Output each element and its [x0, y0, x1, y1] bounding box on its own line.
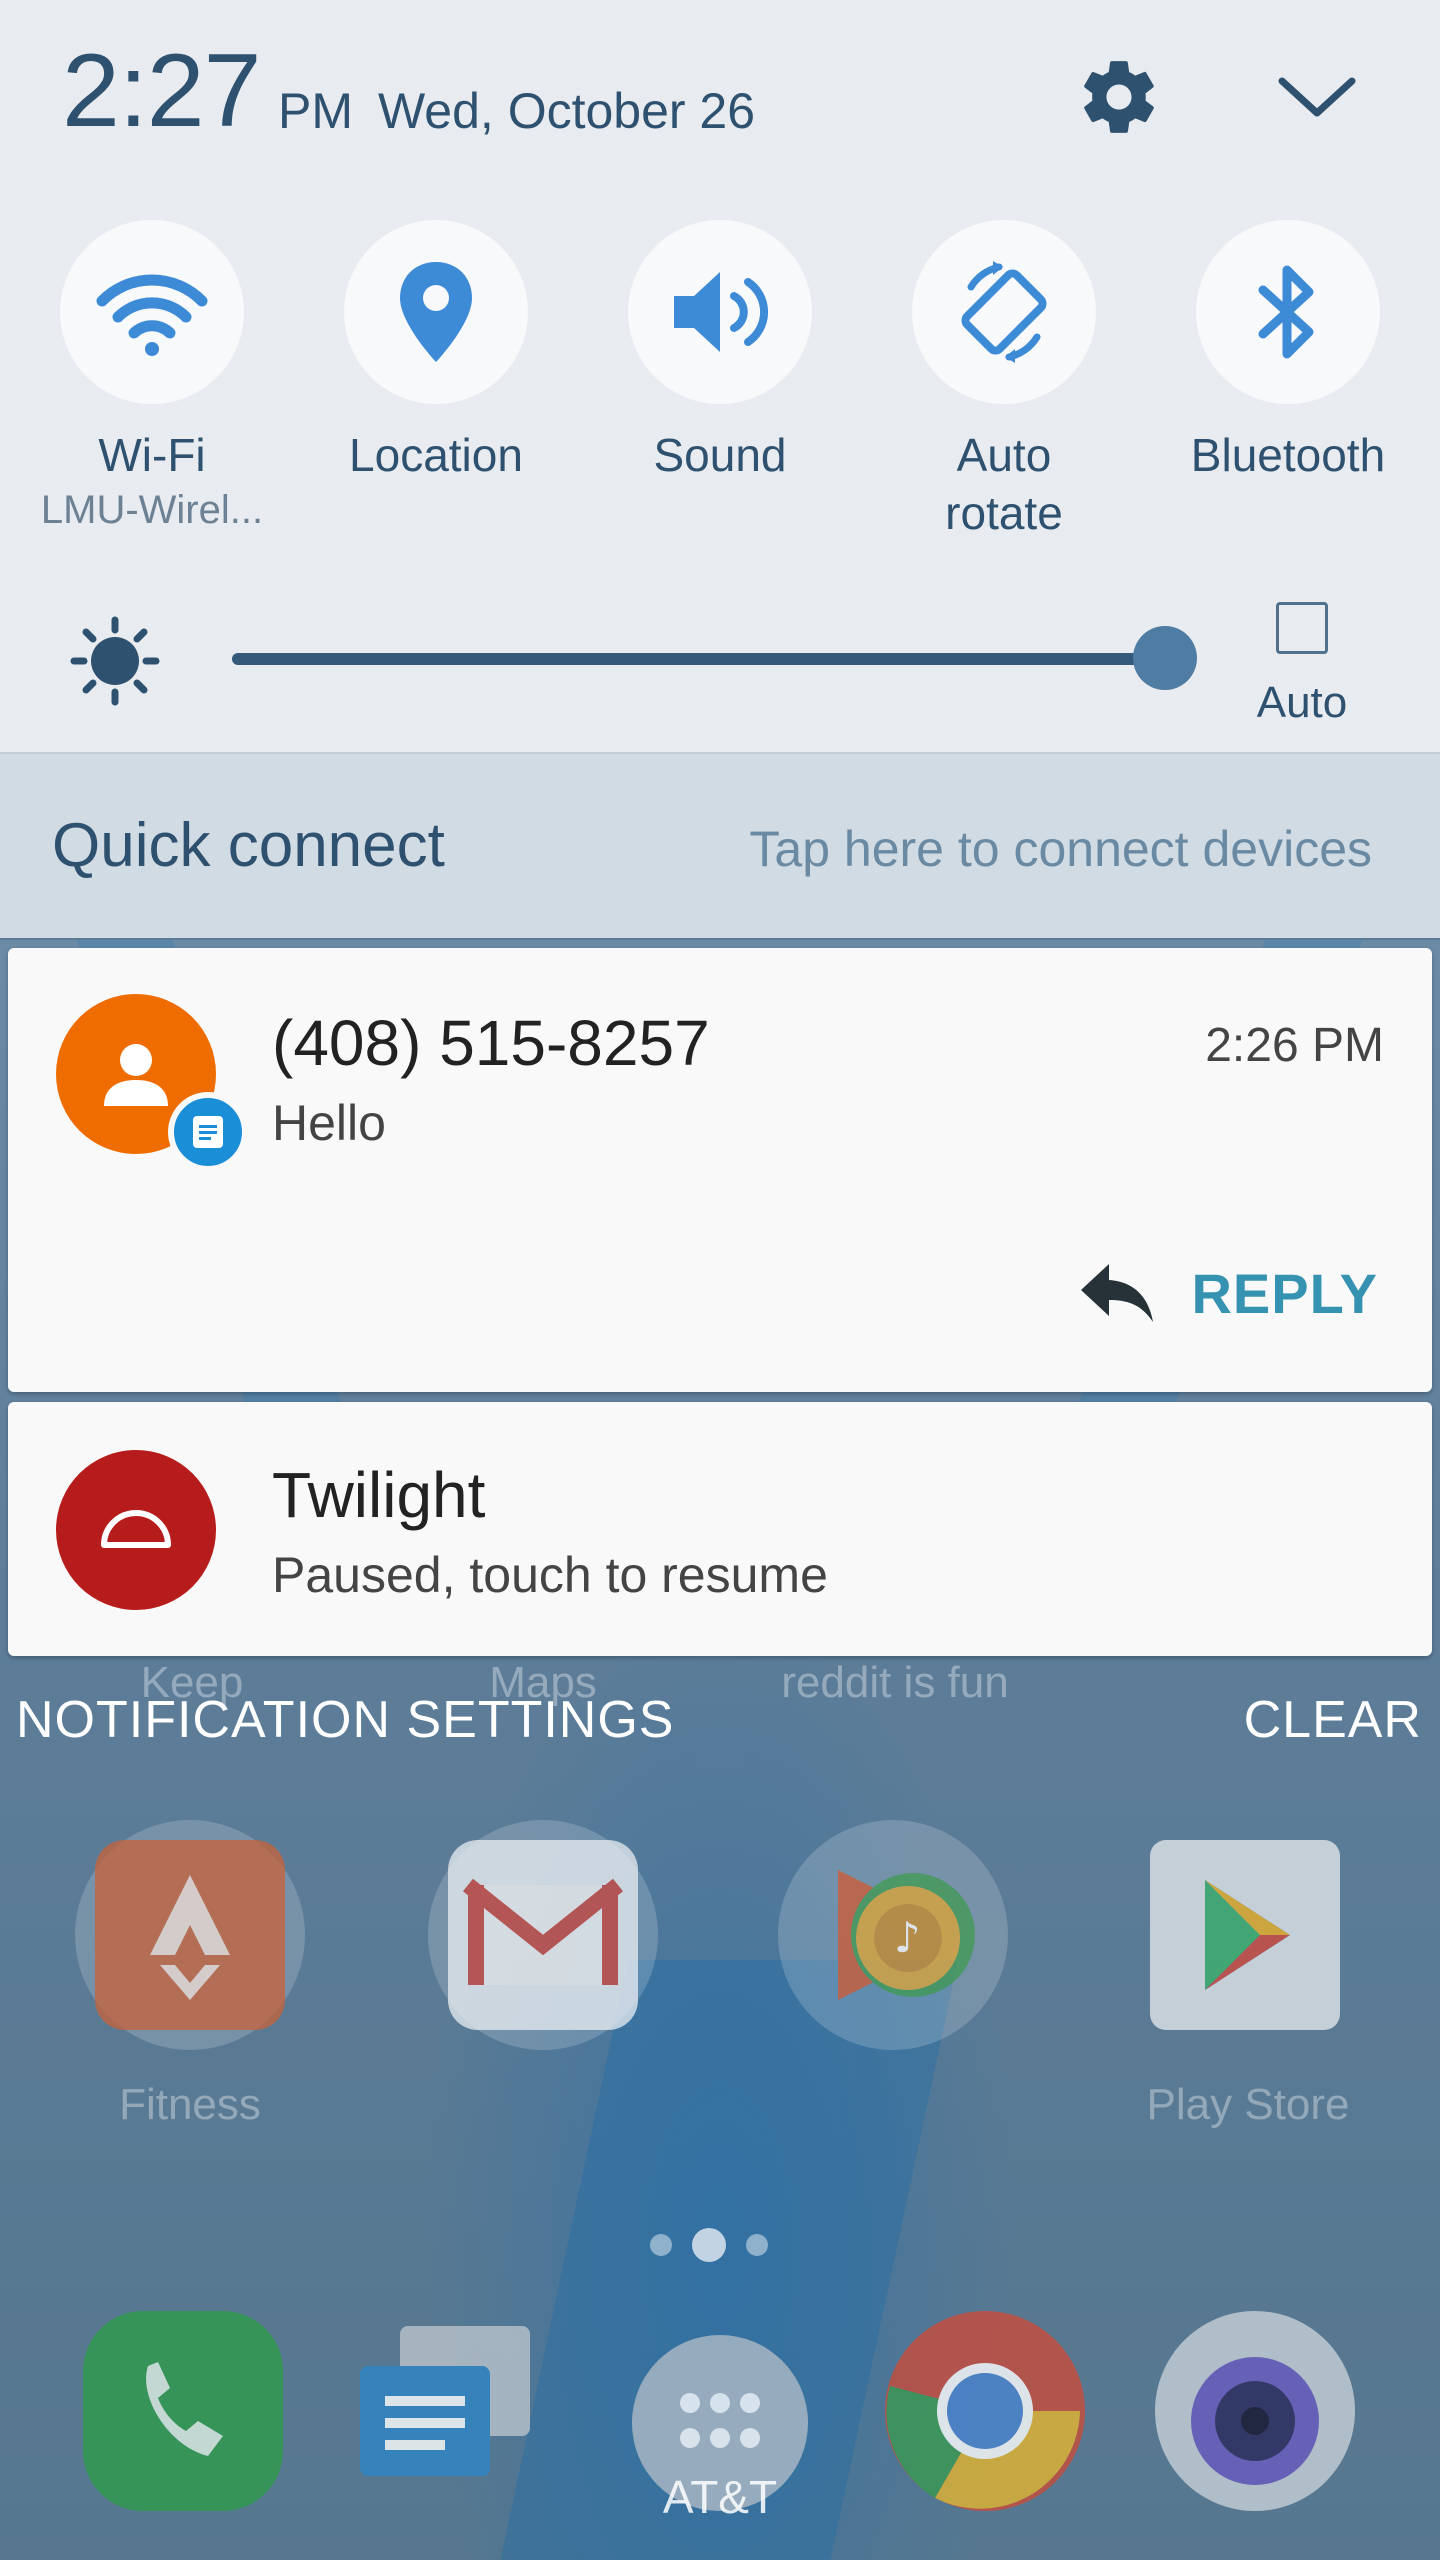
quick-connect-title: Quick connect — [52, 811, 445, 880]
play-store-icon — [1205, 1880, 1290, 1990]
reply-label: REPLY — [1191, 1261, 1378, 1325]
music-app-icon[interactable]: ♪ — [778, 1820, 1008, 2050]
toggle-sound-circle — [628, 220, 812, 404]
toggle-wifi-label: Wi-Fi — [98, 429, 206, 481]
page-dot — [746, 2234, 768, 2256]
carrier-label: AT&T — [662, 2471, 778, 2523]
svg-text:♪: ♪ — [894, 1913, 921, 1962]
reply-icon — [1081, 1264, 1154, 1322]
notification-sms[interactable]: (408) 515-8257 Hello 2:26 PM REPLY — [8, 948, 1432, 1392]
page-dot — [650, 2234, 672, 2256]
toggle-location[interactable]: Location — [296, 220, 576, 484]
page-indicator — [650, 2228, 768, 2262]
play-store-app-label: Play Store — [1146, 2080, 1350, 2129]
brightness-icon — [70, 616, 160, 706]
chevron-down-icon — [1278, 77, 1356, 117]
bluetooth-icon — [1258, 265, 1314, 359]
toggle-sound[interactable]: Sound — [580, 220, 860, 484]
message-icon — [193, 1116, 223, 1148]
toggle-bluetooth-label: Bluetooth — [1190, 429, 1386, 481]
toggle-auto-rotate[interactable]: Auto rotate — [864, 220, 1144, 542]
gmail-app-icon[interactable] — [428, 1820, 658, 2050]
fitness-app-label: Fitness — [119, 2080, 261, 2129]
notification-sender: (408) 515-8257 — [272, 1007, 710, 1079]
sound-icon — [674, 272, 769, 352]
fitness-icon — [150, 1875, 230, 2000]
twilight-title: Twilight — [272, 1459, 486, 1531]
gear-icon — [1084, 61, 1154, 133]
quick-settings-panel: 2:27 PM Wed, October 26 Wi-Fi LMU-Wirel.… — [0, 0, 1440, 752]
gmail-icon — [463, 1878, 623, 1985]
notification-time: 2:26 PM — [1205, 1019, 1384, 1072]
clear-button[interactable]: CLEAR — [1244, 1690, 1422, 1750]
toggle-auto-rotate-circle — [912, 220, 1096, 404]
message-badge — [168, 1092, 248, 1172]
fitness-app-icon[interactable] — [75, 1820, 305, 2050]
auto-brightness-checkbox[interactable] — [1276, 602, 1328, 654]
notification-actions-bar: NOTIFICATION SETTINGS CLEAR — [0, 1680, 1440, 1764]
toggle-location-label: Location — [349, 429, 523, 481]
notification-twilight[interactable]: Twilight Paused, touch to resume — [8, 1402, 1432, 1656]
brightness-slider-track[interactable] — [232, 653, 1184, 665]
location-icon — [400, 262, 472, 362]
person-icon — [104, 1044, 168, 1106]
quick-connect-bar[interactable]: Quick connect Tap here to connect device… — [0, 752, 1440, 938]
toggle-auto-rotate-label: Auto rotate — [945, 429, 1063, 539]
twilight-app-icon — [56, 1450, 216, 1610]
play-music-icon: ♪ — [838, 1870, 975, 2000]
toggle-sound-label: Sound — [653, 429, 787, 481]
clock-date: Wed, October 26 — [378, 83, 756, 139]
clock-time: 2:27 — [62, 33, 261, 149]
auto-rotate-icon — [961, 261, 1047, 363]
wifi-icon — [96, 274, 208, 356]
toggle-bluetooth-circle — [1196, 220, 1380, 404]
twilight-icon — [101, 1510, 171, 1548]
toggle-wifi-network: LMU-Wirel... — [40, 488, 264, 532]
auto-brightness-label: Auto — [1256, 678, 1348, 727]
quick-connect-hint: Tap here to connect devices — [749, 821, 1372, 877]
collapse-button[interactable] — [1262, 42, 1372, 152]
toggle-location-circle — [344, 220, 528, 404]
page-dot-active — [692, 2228, 726, 2262]
clock-ampm: PM — [278, 83, 353, 139]
toggle-wifi[interactable]: Wi-Fi LMU-Wirel... — [12, 220, 292, 536]
toggle-wifi-circle — [60, 220, 244, 404]
brightness-row: Auto — [0, 590, 1440, 730]
settings-button[interactable] — [1064, 42, 1174, 152]
play-store-app-icon[interactable] — [1130, 1820, 1360, 2050]
notification-message: Hello — [272, 1095, 386, 1151]
twilight-status: Paused, touch to resume — [272, 1547, 828, 1603]
toggle-bluetooth[interactable]: Bluetooth — [1148, 220, 1428, 484]
brightness-slider-thumb[interactable] — [1132, 626, 1197, 690]
notification-settings-button[interactable]: NOTIFICATION SETTINGS — [16, 1690, 674, 1750]
reply-button[interactable]: REPLY — [1065, 1238, 1392, 1348]
